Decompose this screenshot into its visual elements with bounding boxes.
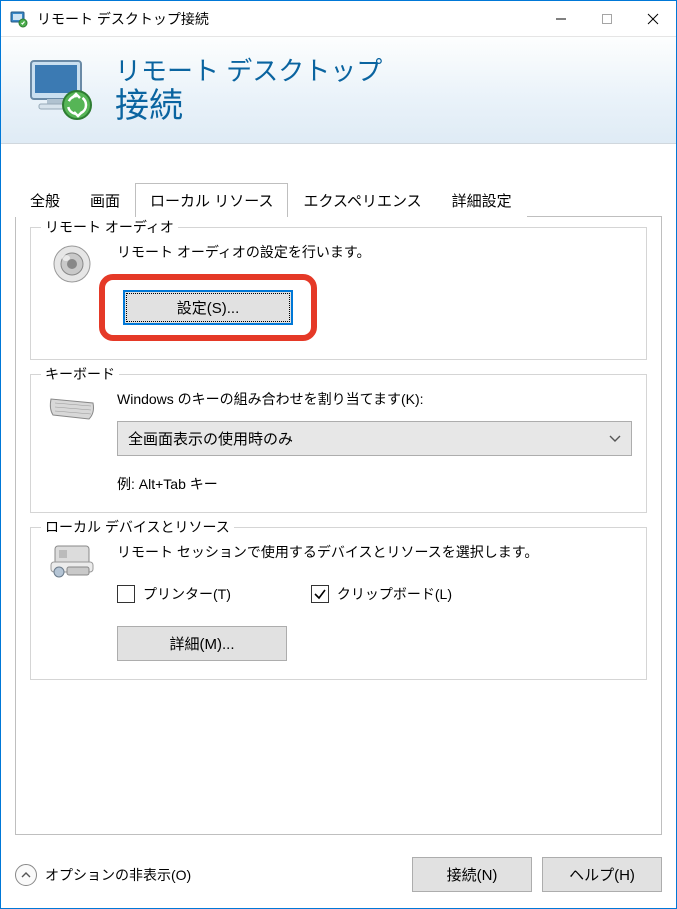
- group-remote-audio: リモート オーディオ リモート オーディオの設定を行います。 設定: [30, 227, 647, 360]
- window-controls: [538, 1, 676, 37]
- header-line1: リモート デスクトップ: [115, 51, 382, 88]
- tabstrip: 全般 画面 ローカル リソース エクスペリエンス 詳細設定: [15, 182, 662, 217]
- keyboard-example: 例: Alt+Tab キー: [117, 474, 632, 494]
- minimize-button[interactable]: [538, 1, 584, 37]
- legend-keyboard: キーボード: [41, 364, 119, 384]
- checkbox-printer[interactable]: プリンター(T): [117, 584, 231, 604]
- keyboard-icon: [45, 389, 99, 423]
- group-local-devices: ローカル デバイスとリソース リモート セッションで使用するデバイスとリソースを…: [30, 527, 647, 680]
- titlebar: リモート デスクトップ接続: [1, 1, 676, 37]
- keyboard-desc: Windows のキーの組み合わせを割り当てます(K):: [117, 389, 632, 409]
- keyboard-combo-select[interactable]: 全画面表示の使用時のみ: [117, 421, 632, 456]
- audio-settings-button[interactable]: 設定(S)...: [123, 290, 293, 325]
- close-button[interactable]: [630, 1, 676, 37]
- app-icon: [9, 9, 29, 29]
- tab-general[interactable]: 全般: [15, 183, 75, 217]
- header-banner: リモート デスクトップ 接続: [1, 37, 676, 144]
- checkbox-clipboard[interactable]: クリップボード(L): [311, 584, 452, 604]
- printer-label: プリンター(T): [143, 584, 231, 604]
- tab-advanced[interactable]: 詳細設定: [437, 183, 527, 217]
- highlight-annotation: 設定(S)...: [99, 274, 317, 341]
- header-line2: 接続: [115, 88, 382, 125]
- rdc-icon: [25, 53, 95, 123]
- chevron-down-icon: [609, 435, 621, 443]
- tab-local-resources[interactable]: ローカル リソース: [135, 183, 288, 217]
- connect-button[interactable]: 接続(N): [412, 857, 532, 892]
- footer: オプションの非表示(O) 接続(N) ヘルプ(H): [1, 845, 676, 908]
- group-keyboard: キーボード Windows のキーの組み合わせを割り当てます(K):: [30, 374, 647, 513]
- checkbox-box-checked: [311, 585, 329, 603]
- devices-desc: リモート セッションで使用するデバイスとリソースを選択します。: [117, 542, 632, 562]
- devices-icon: [45, 542, 99, 582]
- legend-remote-audio: リモート オーディオ: [41, 217, 178, 237]
- window-title: リモート デスクトップ接続: [37, 9, 538, 29]
- header-text: リモート デスクトップ 接続: [115, 51, 382, 125]
- speaker-icon: [45, 242, 99, 286]
- content-area: 全般 画面 ローカル リソース エクスペリエンス 詳細設定 リモート オーディオ: [1, 144, 676, 845]
- legend-local-devices: ローカル デバイスとリソース: [41, 517, 234, 537]
- help-button[interactable]: ヘルプ(H): [542, 857, 662, 892]
- collapse-options-icon[interactable]: [15, 864, 37, 886]
- devices-more-button[interactable]: 詳細(M)...: [117, 626, 287, 661]
- rdc-window: リモート デスクトップ接続: [0, 0, 677, 909]
- tab-display[interactable]: 画面: [75, 183, 135, 217]
- clipboard-label: クリップボード(L): [337, 584, 452, 604]
- tab-experience[interactable]: エクスペリエンス: [288, 183, 436, 217]
- keyboard-select-value: 全画面表示の使用時のみ: [128, 428, 293, 449]
- checkbox-box-unchecked: [117, 585, 135, 603]
- tab-panel-local-resources: リモート オーディオ リモート オーディオの設定を行います。 設定: [15, 217, 662, 835]
- hide-options-label[interactable]: オプションの非表示(O): [45, 865, 191, 885]
- remote-audio-desc: リモート オーディオの設定を行います。: [117, 242, 632, 262]
- maximize-button[interactable]: [584, 1, 630, 37]
